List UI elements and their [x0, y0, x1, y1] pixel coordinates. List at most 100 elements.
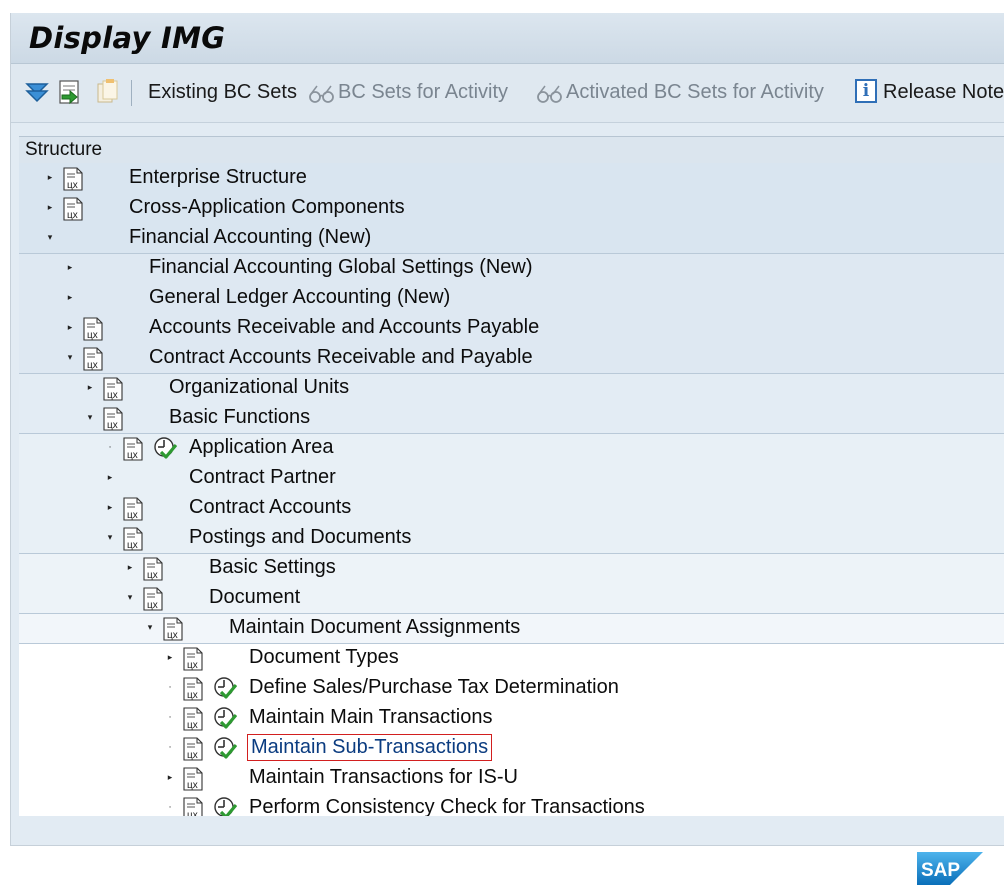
- svg-text:цх: цх: [147, 600, 158, 611]
- tree-node-label[interactable]: Postings and Documents: [189, 526, 411, 549]
- release-notes-button[interactable]: Release Notes: [883, 81, 1004, 104]
- tree-node-label[interactable]: Contract Partner: [189, 466, 336, 489]
- activated-bc-sets-button[interactable]: Activated BC Sets for Activity: [566, 81, 824, 104]
- documentation-icon[interactable]: цх: [142, 586, 166, 612]
- documentation-icon[interactable]: цх: [182, 796, 206, 816]
- collapse-node-icon[interactable]: ▾: [105, 533, 115, 543]
- tree-node[interactable]: ▸ цх Enterprise Structure: [19, 163, 1004, 193]
- tree-node[interactable]: · цх Application Area: [19, 433, 1004, 463]
- execute-activity-icon[interactable]: [213, 736, 238, 760]
- expand-node-icon[interactable]: ▸: [125, 563, 135, 573]
- tree-node[interactable]: ▾ цх Postings and Documents: [19, 523, 1004, 553]
- documentation-icon[interactable]: цх: [62, 166, 86, 192]
- tree-node[interactable]: ▸ цх Cross-Application Components: [19, 193, 1004, 223]
- bc-sets-for-activity-button[interactable]: BC Sets for Activity: [338, 81, 508, 104]
- expand-node-icon[interactable]: ▸: [65, 323, 75, 333]
- documentation-icon[interactable]: цх: [82, 316, 106, 342]
- tree-node-label[interactable]: Cross-Application Components: [129, 196, 405, 219]
- tree-node[interactable]: ▾ цх Basic Functions: [19, 403, 1004, 433]
- tree-node[interactable]: ▾ цх Document: [19, 583, 1004, 613]
- svg-text:цх: цх: [187, 750, 198, 761]
- execute-activity-icon[interactable]: [153, 436, 178, 460]
- tree-node-label[interactable]: Maintain Main Transactions: [249, 706, 492, 729]
- open-activity-icon[interactable]: [58, 78, 82, 106]
- tree-node-label[interactable]: Document Types: [249, 646, 399, 669]
- sap-logo-text: SAP: [921, 860, 960, 881]
- tree-node-label[interactable]: Application Area: [189, 436, 334, 459]
- tree-node-label[interactable]: Enterprise Structure: [129, 166, 307, 189]
- tree-node-label[interactable]: Organizational Units: [169, 376, 349, 399]
- filter-icon[interactable]: [25, 78, 49, 106]
- documentation-icon[interactable]: цх: [122, 496, 146, 522]
- tree-node-label[interactable]: Document: [209, 586, 300, 609]
- svg-text:цх: цх: [67, 210, 78, 221]
- tree-node-label[interactable]: Maintain Document Assignments: [229, 616, 520, 639]
- collapse-node-icon[interactable]: ▾: [85, 413, 95, 423]
- documentation-icon[interactable]: цх: [182, 706, 206, 732]
- documentation-icon[interactable]: цх: [102, 406, 126, 432]
- tree-node[interactable]: ▸ цх Organizational Units: [19, 373, 1004, 403]
- svg-text:цх: цх: [87, 360, 98, 371]
- tree-node[interactable]: ▸ цх Contract Accounts: [19, 493, 1004, 523]
- expand-node-icon[interactable]: ▸: [105, 503, 115, 513]
- tree-node-label[interactable]: General Ledger Accounting (New): [149, 286, 450, 309]
- tree-node-label[interactable]: Financial Accounting Global Settings (Ne…: [149, 256, 533, 279]
- existing-bc-sets-button[interactable]: Existing BC Sets: [148, 81, 297, 104]
- execute-activity-icon[interactable]: [213, 706, 238, 730]
- tree-node[interactable]: ▸ цх Document Types: [19, 643, 1004, 673]
- expand-node-icon[interactable]: ▸: [45, 173, 55, 183]
- tree-node[interactable]: ▾ цх Contract Accounts Receivable and Paya…: [19, 343, 1004, 373]
- tree-node-label[interactable]: Perform Consistency Check for Transactio…: [249, 796, 645, 816]
- collapse-node-icon[interactable]: ▾: [125, 593, 135, 603]
- tree-node[interactable]: ▸ цх Maintain Transactions for IS-U: [19, 763, 1004, 793]
- documentation-icon[interactable]: цх: [62, 196, 86, 222]
- documentation-icon[interactable]: цх: [122, 436, 146, 462]
- collapse-node-icon[interactable]: ▾: [145, 623, 155, 633]
- tree-node[interactable]: ▸ цх Accounts Receivable and Accounts Paya…: [19, 313, 1004, 343]
- svg-text:цх: цх: [187, 690, 198, 701]
- tree-node[interactable]: ▾ Financial Accounting (New): [19, 223, 1004, 253]
- tree-node-label[interactable]: Maintain Transactions for IS-U: [249, 766, 518, 789]
- documentation-icon[interactable]: цх: [122, 526, 146, 552]
- tree-node[interactable]: ▸ Financial Accounting Global Settings (N…: [19, 253, 1004, 283]
- documentation-icon[interactable]: цх: [182, 736, 206, 762]
- tree-node-label[interactable]: Basic Settings: [209, 556, 336, 579]
- collapse-node-icon[interactable]: ▾: [45, 233, 55, 243]
- tree-node[interactable]: ▸ General Ledger Accounting (New): [19, 283, 1004, 313]
- svg-text:цх: цх: [127, 450, 138, 461]
- selected-tree-node-label[interactable]: Maintain Sub-Transactions: [246, 734, 493, 761]
- tree-node[interactable]: ▸ Contract Partner: [19, 463, 1004, 493]
- execute-activity-icon[interactable]: [213, 676, 238, 700]
- documentation-icon[interactable]: цх: [162, 616, 186, 642]
- structure-header-label: Structure: [25, 139, 103, 160]
- tree-node[interactable]: · цх Maintain Sub-Transactions: [19, 733, 1004, 763]
- collapse-node-icon[interactable]: ▾: [65, 353, 75, 363]
- expand-node-icon[interactable]: ▸: [105, 473, 115, 483]
- svg-text:цх: цх: [187, 780, 198, 791]
- documentation-icon[interactable]: цх: [142, 556, 166, 582]
- documentation-icon[interactable]: цх: [102, 376, 126, 402]
- expand-node-icon[interactable]: ▸: [45, 203, 55, 213]
- tree-node[interactable]: ▸ цх Basic Settings: [19, 553, 1004, 583]
- documentation-icon[interactable]: цх: [182, 646, 206, 672]
- tree-node-label[interactable]: Contract Accounts Receivable and Payable: [149, 346, 533, 369]
- tree-node[interactable]: ▾ цх Maintain Document Assignments: [19, 613, 1004, 643]
- expand-node-icon[interactable]: ▸: [65, 293, 75, 303]
- documentation-icon[interactable]: цх: [182, 766, 206, 792]
- expand-node-icon[interactable]: ▸: [85, 383, 95, 393]
- tree-node-label[interactable]: Define Sales/Purchase Tax Determination: [249, 676, 619, 699]
- expand-node-icon[interactable]: ▸: [65, 263, 75, 273]
- documentation-icon[interactable]: цх: [82, 346, 106, 372]
- tree-node[interactable]: · цх Define Sales/Purchase Tax Determinati…: [19, 673, 1004, 703]
- expand-node-icon[interactable]: ▸: [165, 773, 175, 783]
- documentation-icon[interactable]: цх: [182, 676, 206, 702]
- expand-node-icon[interactable]: ▸: [165, 653, 175, 663]
- execute-activity-icon[interactable]: [213, 796, 238, 816]
- copy-documentation-icon[interactable]: [95, 78, 119, 106]
- tree-node[interactable]: · цх Perform Consistency Check for Transac…: [19, 793, 1004, 816]
- tree-node-label[interactable]: Basic Functions: [169, 406, 310, 429]
- tree-node-label[interactable]: Contract Accounts: [189, 496, 351, 519]
- tree-node-label[interactable]: Financial Accounting (New): [129, 226, 371, 249]
- tree-node-label[interactable]: Accounts Receivable and Accounts Payable: [149, 316, 539, 339]
- tree-node[interactable]: · цх Maintain Main Transactions: [19, 703, 1004, 733]
